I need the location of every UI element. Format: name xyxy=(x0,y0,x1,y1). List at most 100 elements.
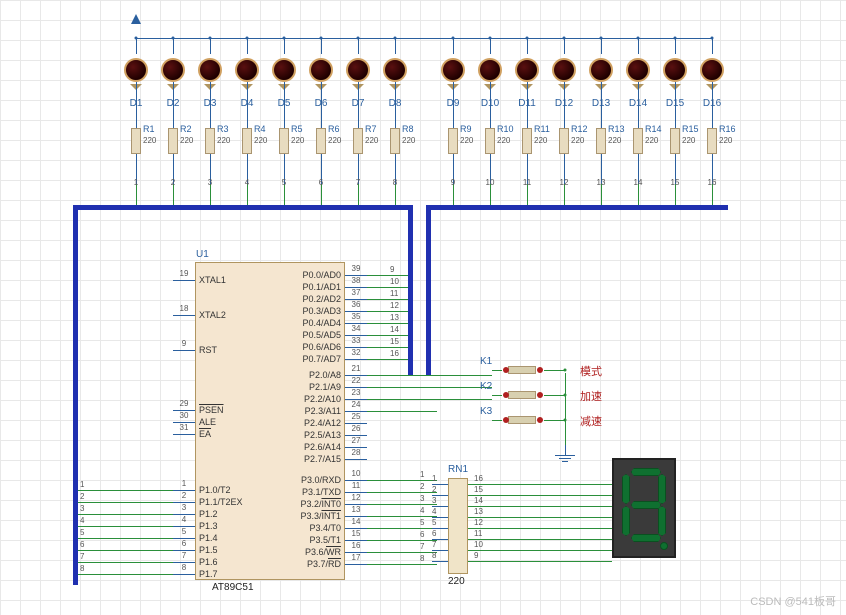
resistor-R6[interactable] xyxy=(316,128,326,154)
bus-label: 6 xyxy=(313,178,329,187)
bus-label: 10 xyxy=(482,178,498,187)
led-D9[interactable] xyxy=(441,58,465,82)
led-D4[interactable] xyxy=(235,58,259,82)
led-D16[interactable] xyxy=(700,58,724,82)
res-label: R8 xyxy=(402,124,414,134)
led-D3[interactable] xyxy=(198,58,222,82)
resistor-R16[interactable] xyxy=(707,128,717,154)
bus-label: 2 xyxy=(165,178,181,187)
resistor-network[interactable] xyxy=(448,478,468,574)
led-D10[interactable] xyxy=(478,58,502,82)
resistor-R14[interactable] xyxy=(633,128,643,154)
bus-entry xyxy=(395,184,396,206)
wire xyxy=(78,526,173,527)
wire xyxy=(247,108,248,128)
wire xyxy=(358,108,359,128)
wire xyxy=(367,275,408,276)
bus-label: 15 xyxy=(667,178,683,187)
resistor-R2[interactable] xyxy=(168,128,178,154)
resistor-R5[interactable] xyxy=(279,128,289,154)
segment-dp xyxy=(660,542,668,550)
wire xyxy=(78,550,173,551)
bus-entry xyxy=(675,184,676,206)
led-D15[interactable] xyxy=(663,58,687,82)
res-value: 220 xyxy=(608,136,621,145)
bus-label: 3 xyxy=(202,178,218,187)
res-label: R9 xyxy=(460,124,472,134)
resistor-R13[interactable] xyxy=(596,128,606,154)
resistor-R11[interactable] xyxy=(522,128,532,154)
wire xyxy=(395,108,396,128)
rn-val: 220 xyxy=(448,576,465,587)
led-D6[interactable] xyxy=(309,58,333,82)
ground-symbol xyxy=(555,455,575,462)
bus-label: 16 xyxy=(704,178,720,187)
wire xyxy=(367,347,408,348)
res-value: 220 xyxy=(254,136,267,145)
led-D7[interactable] xyxy=(346,58,370,82)
led-D14[interactable] xyxy=(626,58,650,82)
bus-label: 1 xyxy=(128,178,144,187)
button-common xyxy=(565,373,566,445)
led-D12[interactable] xyxy=(552,58,576,82)
res-label: R3 xyxy=(217,124,229,134)
res-value: 220 xyxy=(571,136,584,145)
bus-entry xyxy=(490,184,491,206)
res-label: R1 xyxy=(143,124,155,134)
res-label: R10 xyxy=(497,124,514,134)
bus-entry xyxy=(453,184,454,206)
res-label: R14 xyxy=(645,124,662,134)
led-D5[interactable] xyxy=(272,58,296,82)
bus-label: 13 xyxy=(593,178,609,187)
res-value: 220 xyxy=(497,136,510,145)
wire xyxy=(78,562,173,563)
chip-part: AT89C51 xyxy=(212,582,254,593)
res-label: R5 xyxy=(291,124,303,134)
wire xyxy=(78,490,173,491)
button-cn-label: 减速 xyxy=(580,413,602,429)
vcc-rail xyxy=(136,38,712,39)
wire xyxy=(564,108,565,128)
resistor-R3[interactable] xyxy=(205,128,215,154)
res-value: 220 xyxy=(460,136,473,145)
res-label: R12 xyxy=(571,124,588,134)
res-label: R2 xyxy=(180,124,192,134)
segment-e xyxy=(622,506,630,536)
wire xyxy=(675,108,676,128)
wire xyxy=(367,323,408,324)
wire xyxy=(490,108,491,128)
led-D11[interactable] xyxy=(515,58,539,82)
resistor-R9[interactable] xyxy=(448,128,458,154)
segment-c xyxy=(658,506,666,536)
push-button-K1[interactable] xyxy=(500,363,546,377)
bus-entry xyxy=(284,184,285,206)
seven-segment-display[interactable] xyxy=(612,458,676,558)
resistor-R8[interactable] xyxy=(390,128,400,154)
resistor-R1[interactable] xyxy=(131,128,141,154)
schematic-canvas: D1 R1 220 1 D2 R2 220 2 D3 R3 220 xyxy=(0,0,846,615)
resistor-R12[interactable] xyxy=(559,128,569,154)
led-D13[interactable] xyxy=(589,58,613,82)
resistor-R4[interactable] xyxy=(242,128,252,154)
bus-segment xyxy=(408,205,413,375)
watermark: CSDN @541板哥 xyxy=(750,593,836,609)
resistor-R15[interactable] xyxy=(670,128,680,154)
led-D1[interactable] xyxy=(124,58,148,82)
segment-b xyxy=(658,474,666,504)
push-button-K2[interactable] xyxy=(500,388,546,402)
res-value: 220 xyxy=(645,136,658,145)
bus-segment xyxy=(73,205,78,585)
led-D2[interactable] xyxy=(161,58,185,82)
rn-ref: RN1 xyxy=(448,464,468,475)
res-label: R4 xyxy=(254,124,266,134)
led-D8[interactable] xyxy=(383,58,407,82)
bus-label: 12 xyxy=(556,178,572,187)
bus-entry xyxy=(247,184,248,206)
resistor-R10[interactable] xyxy=(485,128,495,154)
resistor-R7[interactable] xyxy=(353,128,363,154)
bus-entry xyxy=(527,184,528,206)
push-button-K3[interactable] xyxy=(500,413,546,427)
bus-segment xyxy=(75,205,410,210)
segment-f xyxy=(622,474,630,504)
res-label: R13 xyxy=(608,124,625,134)
